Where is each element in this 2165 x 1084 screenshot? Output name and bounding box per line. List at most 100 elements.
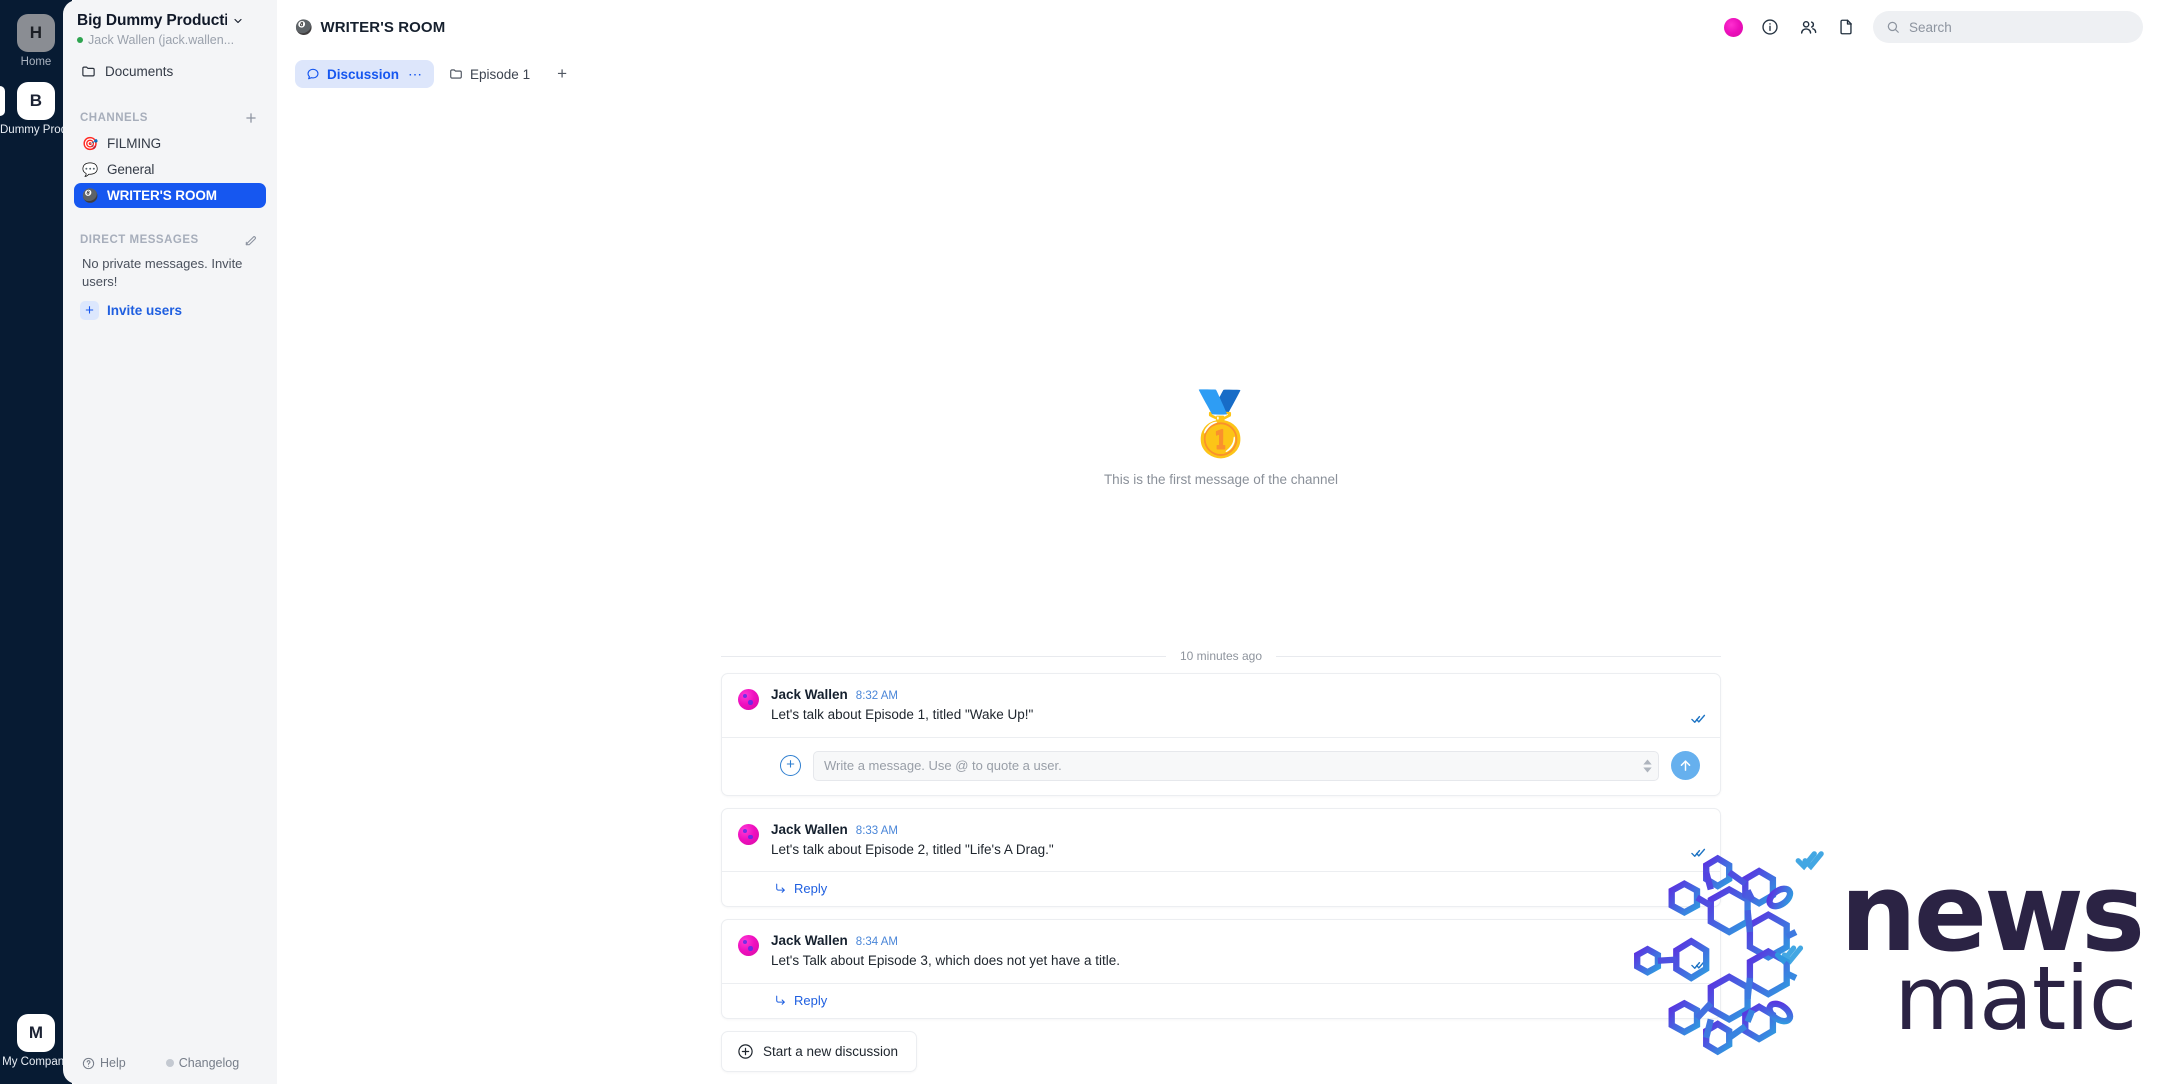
message-body: Jack Wallen 8:33 AM Let's talk about Epi…	[771, 822, 1704, 860]
chevron-up-icon	[1643, 759, 1652, 765]
dart-icon: 🎯	[82, 136, 99, 151]
avatar[interactable]	[1724, 17, 1743, 37]
message-row: Jack Wallen 8:33 AM Let's talk about Epi…	[722, 809, 1720, 872]
rail-item-home-label: Home	[20, 56, 52, 68]
message-author: Jack Wallen	[771, 933, 848, 949]
channel-title-wrap: 🎱 WRITER'S ROOM	[295, 19, 445, 36]
day-separator-label: 10 minutes ago	[1179, 649, 1263, 664]
changelog-button[interactable]: Changelog	[165, 1056, 240, 1070]
speech-balloon-icon: 💬	[82, 162, 99, 177]
chat-bubble-icon	[307, 68, 319, 80]
inline-composer: + Write a message. Use @ to quote a user…	[722, 736, 1720, 795]
compose-pencil-icon	[245, 236, 256, 246]
rail-item-workspace-b-label: Dummy Produc	[0, 123, 72, 136]
read-receipt-double-check-icon	[1691, 711, 1706, 726]
discussion-card: Jack Wallen 8:33 AM Let's talk about Epi…	[721, 807, 1721, 908]
discussion-card: Jack Wallen 8:32 AM Let's talk about Epi…	[721, 673, 1721, 796]
plus-circle-icon	[738, 1044, 753, 1059]
search-placeholder: Search	[1909, 19, 1952, 35]
topbar: 🎱 WRITER'S ROOM Search	[277, 0, 2165, 54]
separator-line-right	[1276, 655, 1721, 657]
compose-dm-button[interactable]	[242, 231, 260, 249]
reply-button[interactable]: Reply	[722, 983, 1720, 1018]
message-author: Jack Wallen	[771, 687, 848, 703]
conversation-area: 🥇 This is the first message of the chann…	[277, 94, 2165, 1084]
changelog-dot-icon	[165, 1059, 174, 1067]
message-header: Jack Wallen 8:34 AM	[771, 933, 1704, 948]
files-button[interactable]	[1835, 16, 1857, 38]
channels-section-header: CHANNELS	[74, 109, 266, 127]
rail-selection-indicator	[0, 85, 5, 116]
sidebar-item-writers-room-label: WRITER'S ROOM	[107, 188, 217, 203]
message-body: Jack Wallen 8:32 AM Let's talk about Epi…	[771, 687, 1704, 725]
rail-item-workspace-b[interactable]: B Dummy Produc	[0, 81, 72, 138]
add-channel-button[interactable]	[242, 109, 260, 127]
workspace-user-name: Jack Wallen (jack.wallen...	[88, 33, 235, 47]
sidebar-footer: Help Changelog	[74, 1056, 266, 1084]
rail-item-my-company-label: My Company	[2, 1056, 70, 1069]
tab-discussion[interactable]: Discussion ⋯	[295, 60, 435, 88]
send-button[interactable]	[1671, 751, 1700, 781]
message-author: Jack Wallen	[771, 821, 848, 837]
help-label: Help	[100, 1056, 126, 1070]
workspace-user-row[interactable]: Jack Wallen (jack.wallen...	[77, 33, 263, 47]
tab-episode-1[interactable]: Episode 1	[438, 60, 541, 88]
sidebar-item-writers-room[interactable]: 🎱 WRITER'S ROOM	[74, 183, 266, 208]
reply-arrow-icon	[776, 884, 785, 894]
topbar-actions: Search	[1724, 11, 2143, 43]
online-status-dot	[77, 37, 83, 43]
thread-list: 10 minutes ago Jack Wallen 8:32 AM Let's…	[721, 649, 1721, 1084]
message-input-placeholder: Write a message. Use @ to quote a user.	[824, 758, 1062, 774]
empty-state-text: This is the first message of the channel	[1103, 472, 1339, 487]
plus-icon: +	[80, 301, 99, 321]
direct-messages-empty-text: No private messages. Invite users!	[82, 256, 243, 289]
main-panel: 🎱 WRITER'S ROOM Search Discussion ⋯ Epis…	[277, 0, 2165, 1084]
reply-label: Reply	[794, 993, 828, 1008]
arrow-up-icon	[1680, 760, 1691, 772]
empty-state: 🥇 This is the first message of the chann…	[277, 394, 2165, 488]
reply-label: Reply	[794, 881, 828, 897]
workspace-title-row[interactable]: Big Dummy Producti...	[77, 12, 263, 30]
folder-icon	[82, 66, 95, 77]
start-new-discussion-button[interactable]: Start a new discussion	[721, 1031, 918, 1072]
sidebar-item-documents[interactable]: Documents	[74, 56, 266, 87]
plus-icon	[246, 113, 256, 123]
sidebar-item-filming[interactable]: 🎯 FILMING	[74, 131, 266, 156]
message-header: Jack Wallen 8:33 AM	[771, 822, 1704, 837]
direct-messages-section-header: DIRECT MESSAGES	[74, 231, 266, 249]
help-button[interactable]: Help	[82, 1056, 126, 1070]
stepper-arrows-icon[interactable]	[1643, 759, 1652, 773]
avatar[interactable]	[738, 823, 759, 845]
rail-item-my-company[interactable]: M My Company	[0, 1014, 72, 1078]
message-header: Jack Wallen 8:32 AM	[771, 687, 1704, 702]
workspace-header[interactable]: Big Dummy Producti... Jack Wallen (jack.…	[74, 0, 266, 47]
members-button[interactable]	[1797, 16, 1819, 38]
separator-line-left	[721, 655, 1166, 657]
search-icon	[1887, 21, 1899, 33]
reply-arrow-icon	[776, 995, 785, 1005]
attach-plus-icon[interactable]: +	[780, 755, 801, 777]
my-company-tile-avatar: M	[17, 1014, 55, 1053]
chevron-down-icon	[234, 18, 242, 24]
read-receipt-double-check-icon	[1691, 957, 1706, 972]
invite-users-button[interactable]: + Invite users	[74, 296, 266, 325]
avatar[interactable]	[738, 935, 759, 957]
tab-bar: Discussion ⋯ Episode 1 +	[277, 54, 2165, 94]
info-button[interactable]	[1759, 16, 1781, 38]
people-icon	[1800, 20, 1816, 34]
sidebar-item-general[interactable]: 💬 General	[74, 157, 266, 182]
discussion-card: Jack Wallen 8:34 AM Let's Talk about Epi…	[721, 919, 1721, 1019]
message-body: Jack Wallen 8:34 AM Let's Talk about Epi…	[771, 933, 1704, 971]
page-title: WRITER'S ROOM	[320, 18, 446, 36]
changelog-label: Changelog	[178, 1056, 240, 1070]
rail-item-home[interactable]: H Home	[0, 14, 72, 70]
app-root: H Home B Dummy Produc M My Company Big D…	[0, 0, 2165, 1084]
add-tab-button[interactable]: +	[549, 61, 575, 87]
avatar[interactable]	[738, 689, 759, 711]
reply-button[interactable]: Reply	[722, 871, 1720, 906]
pool-8-ball-icon: 🎱	[295, 19, 313, 35]
message-input[interactable]: Write a message. Use @ to quote a user.	[813, 750, 1659, 781]
search-input[interactable]: Search	[1873, 11, 2143, 43]
folder-icon	[450, 69, 462, 79]
documents-label: Documents	[105, 64, 174, 79]
